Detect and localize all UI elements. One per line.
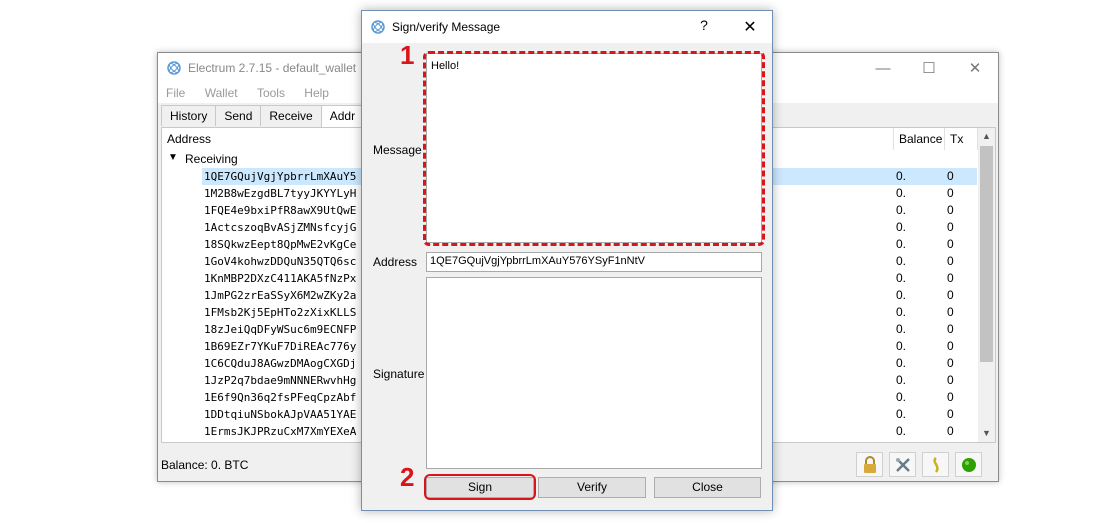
balance-cell: 0. [896,203,907,217]
close-window-icon[interactable]: ✕ [952,53,998,83]
address-cell: 1C6CQduJ8AGwzDMAogCXGDj [204,357,357,370]
scroll-thumb[interactable] [980,146,993,362]
vertical-scrollbar[interactable]: ▲ ▼ [978,128,995,442]
scroll-down-icon[interactable]: ▼ [978,425,995,442]
column-header-tx[interactable]: Tx [945,128,978,150]
balance-cell: 0. [896,322,907,336]
tools-icon[interactable] [889,452,916,477]
balance-cell: 0. [896,271,907,285]
balance-cell: 0. [896,390,907,404]
message-label: Message [373,143,422,157]
tx-cell: 0 [947,186,954,200]
menu-wallet[interactable]: Wallet [205,83,238,103]
balance-cell: 0. [896,254,907,268]
scroll-up-icon[interactable]: ▲ [978,128,995,145]
tx-cell: 0 [947,322,954,336]
menu-tools[interactable]: Tools [257,83,285,103]
balance-cell: 0. [896,407,907,421]
tx-cell: 0 [947,220,954,234]
step-2-marker: 2 [400,462,415,492]
help-button[interactable]: ? [694,17,714,37]
address-cell: 1KnMBP2DXzC411AKA5fNzPx [204,272,357,285]
dialog-title: Sign/verify Message [392,20,501,34]
tx-cell: 0 [947,373,954,387]
tx-cell: 0 [947,254,954,268]
balance-cell: 0. [896,186,907,200]
electrum-logo-icon [167,61,181,75]
tree-group-receiving[interactable]: Receiving [185,152,238,166]
address-cell: 1QE7GQujVgjYpbrrLmXAuY5 [202,168,362,185]
address-cell: 1ActcszoqBvASjZMNsfcyjG [204,221,357,234]
address-cell: 1ErmsJKJPRzuCxM7XmYEXeA [204,425,357,438]
tx-cell: 0 [947,424,954,438]
balance-cell: 0. [896,237,907,251]
step-1-marker: 1 [400,40,415,70]
tx-cell: 0 [947,356,954,370]
balance-cell: 0. [896,288,907,302]
tx-cell: 0 [947,271,954,285]
maximize-icon[interactable]: ☐ [906,53,952,83]
dialog-close-icon[interactable]: ✕ [738,17,762,37]
tx-cell: 0 [947,288,954,302]
address-label: Address [373,255,418,269]
menu-help[interactable]: Help [304,83,329,103]
address-cell: 1JzP2q7bdae9mNNNERwvhHg [204,374,357,387]
balance-cell: 0. [896,373,907,387]
electrum-logo-icon [371,20,385,34]
main-tabs: History Send Receive Addr [161,105,365,127]
close-button[interactable]: Close [654,477,761,498]
address-cell: 1FMsb2Kj5EpHTo2zXixKLLS [204,306,357,319]
balance-cell: 0. [896,220,907,234]
address-cell: 18zJeiQqDFyWSuc6m9ECNFP [204,323,357,336]
tab-addresses[interactable]: Addr [320,105,365,127]
seed-icon[interactable] [922,452,949,477]
tab-send[interactable]: Send [215,105,262,126]
address-cell: 1JmPG2zrEaSSyX6M2wZKy2a [204,289,357,302]
message-textarea[interactable]: Hello! [426,53,762,243]
signature-textarea[interactable] [426,277,762,469]
balance-cell: 0. [896,424,907,438]
lock-icon[interactable] [856,452,883,477]
tx-cell: 0 [947,390,954,404]
main-window-title: Electrum 2.7.15 - default_wallet [188,61,357,75]
sign-verify-dialog: Sign/verify Message ? ✕ Message Hello! A… [361,10,773,511]
address-cell: 1B69EZr7YKuF7DiREAc776y [204,340,357,353]
balance-cell: 0. [896,356,907,370]
tx-cell: 0 [947,169,954,183]
balance-cell: 0. [896,169,907,183]
tab-receive[interactable]: Receive [260,105,322,126]
verify-button[interactable]: Verify [538,477,646,498]
sign-button[interactable]: Sign [426,477,534,498]
column-header-balance[interactable]: Balance [894,128,945,150]
tx-cell: 0 [947,203,954,217]
menu-file[interactable]: File [166,83,185,103]
tree-expand-icon[interactable]: ▼ [168,152,178,163]
status-balance: Balance: 0. BTC [161,458,249,472]
tx-cell: 0 [947,407,954,421]
minimize-icon[interactable]: — [860,53,906,83]
tx-cell: 0 [947,339,954,353]
network-status-icon[interactable] [955,452,982,477]
dialog-titlebar: Sign/verify Message ? ✕ [362,11,772,43]
address-cell: 1DDtqiuNSbokAJpVAA51YAE [204,408,357,421]
tx-cell: 0 [947,237,954,251]
address-cell: 18SQkwzEept8QpMwE2vKgCe [204,238,357,251]
address-field[interactable]: 1QE7GQujVgjYpbrrLmXAuY576YSyF1nNtV [426,252,762,272]
tab-history[interactable]: History [161,105,217,126]
balance-cell: 0. [896,339,907,353]
balance-cell: 0. [896,305,907,319]
address-cell: 1E6f9Qn36q2fsPFeqCpzAbf [204,391,357,404]
tx-cell: 0 [947,305,954,319]
address-cell: 1M2B8wEzgdBL7tyyJKYYLyH [204,187,357,200]
address-cell: 1FQE4e9bxiPfR8awX9UtQwE [204,204,357,217]
address-cell: 1GoV4kohwzDDQuN35QTQ6sc [204,255,357,268]
signature-label: Signature [373,367,425,381]
